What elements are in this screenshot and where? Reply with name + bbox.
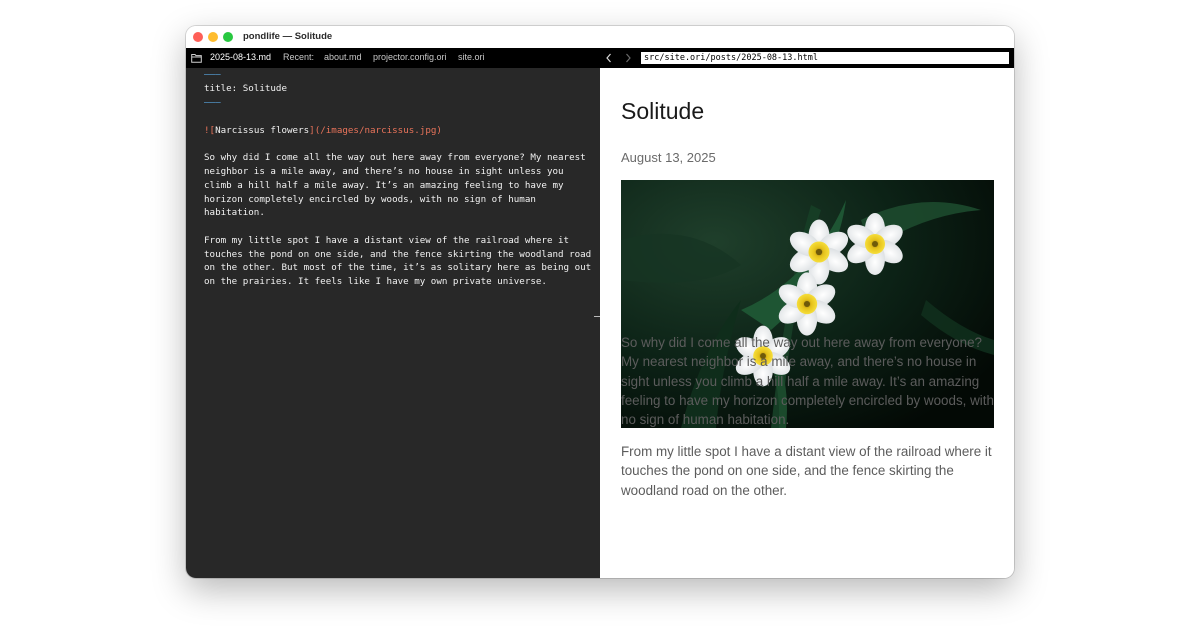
chevron-right-icon[interactable] [623,52,633,64]
preview-paragraph-2: From my little spot I have a distant vie… [621,444,992,498]
current-file-name[interactable]: 2025-08-13.md [210,52,271,62]
toolbar: 2025-08-13.md Recent: about.md projector… [186,48,1014,68]
editor-line: on the other. But most of the time, it’s… [204,262,592,273]
preview-paragraph-1: So why did I come all the way out here a… [621,335,994,428]
chevron-left-icon[interactable] [604,52,614,64]
app-window: pondlife — Solitude 2025-08-13.md Recent… [186,26,1014,578]
image-markdown-line: ![Narcissus flowers](/images/narcissus.j… [204,124,442,138]
preview-date: August 13, 2025 [621,150,716,165]
editor-line: So why did I come all the way out here a… [204,152,586,163]
editor-line: From my little spot I have a distant vie… [204,235,570,246]
window-title: pondlife — Solitude [243,31,333,42]
recent-file-site[interactable]: site.ori [458,52,485,62]
frontmatter-value: Solitude [237,83,287,94]
html-preview[interactable]: Solitude August 13, 2025 So why did I co… [600,68,1014,578]
preview-title: Solitude [621,98,705,124]
url-input[interactable] [640,51,1010,65]
editor-line: habitation. [204,207,265,218]
recent-file-projector-config[interactable]: projector.config.ori [373,52,447,62]
minimize-window-button[interactable] [208,32,218,42]
md-image-url: (/images/narcissus.jpg) [314,125,442,136]
editor-line: on the prairies. It feels like I have my… [204,276,547,287]
frontmatter-close: ——— [204,97,221,108]
recent-file-about[interactable]: about.md [324,52,362,62]
editor-line: climb a hill half a mile away. It’s an a… [204,180,564,191]
recent-label: Recent: [283,52,315,62]
frontmatter-title-line: title: Solitude [204,82,287,96]
editor-line: neighbor is a mile away, and there’s no … [204,166,564,177]
close-window-button[interactable] [193,32,203,42]
folder-icon[interactable] [191,53,202,63]
md-image-alt: Narcissus flowers [215,125,310,136]
title-bar: pondlife — Solitude [186,26,1014,48]
frontmatter-open: ——— [204,69,221,80]
markdown-editor[interactable]: ——— title: Solitude ——— ![Narcissus flow… [186,68,600,578]
zoom-window-button[interactable] [223,32,233,42]
editor-line: horizon completely encircled by woods, w… [204,194,536,205]
frontmatter-key: title: [204,83,238,94]
editor-line: touches the pond on one side, and the fe… [204,249,592,260]
